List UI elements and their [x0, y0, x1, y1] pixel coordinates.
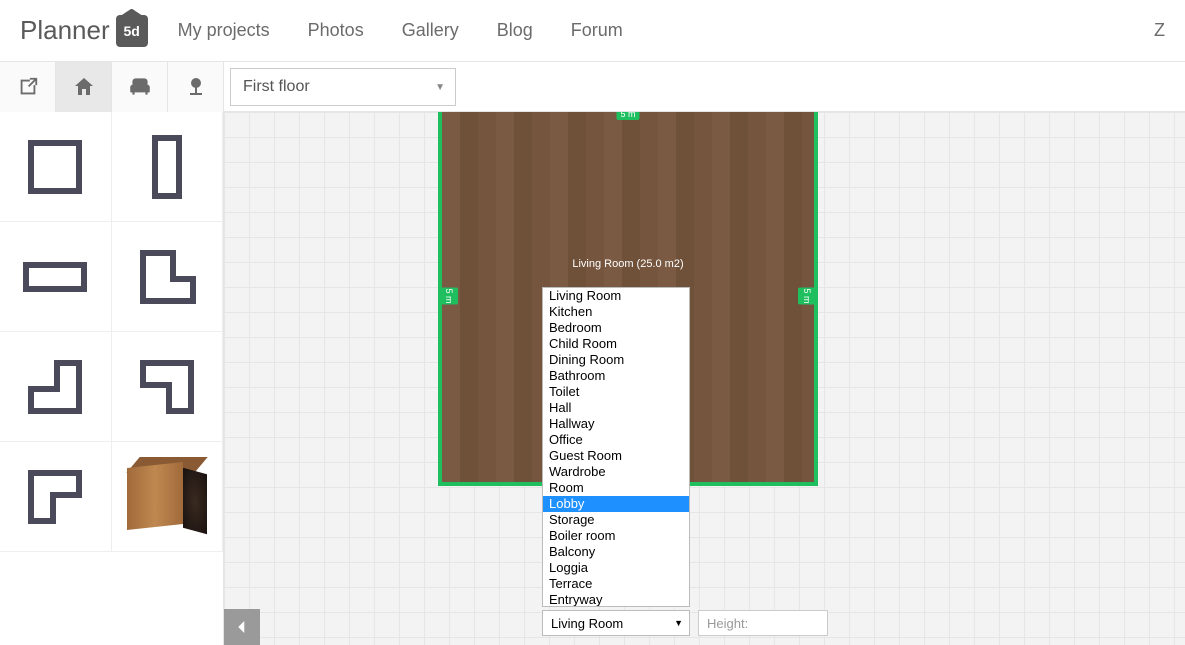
shape-tall-rect[interactable] — [112, 112, 224, 222]
room-dim-left: 5 m — [440, 287, 458, 304]
floor-select[interactable]: First floor — [230, 68, 456, 106]
room-type-option[interactable]: Lobby — [543, 496, 689, 512]
height-input[interactable]: Height: — [698, 610, 828, 636]
room-type-option[interactable]: Terrace — [543, 576, 689, 592]
rooms-tool-button[interactable] — [56, 62, 112, 112]
room-type-option[interactable]: Toilet — [543, 384, 689, 400]
shape-l4[interactable] — [0, 442, 112, 552]
export-button[interactable] — [0, 62, 56, 112]
tool-row-left — [0, 62, 224, 111]
room-type-option[interactable]: Bedroom — [543, 320, 689, 336]
nav-photos[interactable]: Photos — [308, 20, 364, 41]
main-area: 5 m 5 m 5 m Living Room (25.0 m2) Living… — [0, 112, 1185, 645]
nav-gallery[interactable]: Gallery — [402, 20, 459, 41]
room-dim-right: 5 m — [798, 287, 816, 304]
floor-select-value: First floor — [243, 78, 310, 96]
room-dim-top: 5 m — [616, 112, 639, 120]
furniture-tool-button[interactable] — [112, 62, 168, 112]
nav-links: My projects Photos Gallery Blog Forum — [178, 20, 623, 41]
room-type-option[interactable]: Room — [543, 480, 689, 496]
room-type-option[interactable]: Living Room — [543, 288, 689, 304]
shape-l1[interactable] — [112, 222, 224, 332]
cube-icon — [127, 457, 207, 537]
room-property-bar: Living Room Height: — [542, 610, 828, 636]
room-type-option[interactable]: Child Room — [543, 336, 689, 352]
room-type-option[interactable]: Boiler room — [543, 528, 689, 544]
room-type-option[interactable]: Office — [543, 432, 689, 448]
nav-forum[interactable]: Forum — [571, 20, 623, 41]
shape-l3[interactable] — [112, 332, 224, 442]
tool-row: First floor — [0, 62, 1185, 112]
logo-badge: 5d — [116, 15, 148, 47]
room-type-option[interactable]: Dining Room — [543, 352, 689, 368]
shape-square[interactable] — [0, 112, 112, 222]
room-type-option[interactable]: Kitchen — [543, 304, 689, 320]
nav-my-projects[interactable]: My projects — [178, 20, 270, 41]
exterior-tool-button[interactable] — [168, 62, 224, 112]
height-label: Height: — [707, 616, 748, 631]
logo-text: Planner — [20, 15, 110, 46]
room-type-option[interactable]: Hall — [543, 400, 689, 416]
room-type-option[interactable]: Hallway — [543, 416, 689, 432]
room-type-select[interactable]: Living Room — [542, 610, 690, 636]
room-type-select-value: Living Room — [551, 616, 623, 631]
room-type-option[interactable]: Wardrobe — [543, 464, 689, 480]
shape-l2[interactable] — [0, 332, 112, 442]
room-type-option[interactable]: Loggia — [543, 560, 689, 576]
shape-palette — [0, 112, 224, 645]
room-type-option[interactable]: Guest Room — [543, 448, 689, 464]
room-label: Living Room (25.0 m2) — [442, 258, 814, 270]
top-nav: Planner 5d My projects Photos Gallery Bl… — [0, 0, 1185, 62]
nav-blog[interactable]: Blog — [497, 20, 533, 41]
room-type-dropdown-list[interactable]: Living RoomKitchenBedroomChild RoomDinin… — [543, 288, 689, 607]
shape-wide-rect[interactable] — [0, 222, 112, 332]
room-type-dropdown[interactable]: Living RoomKitchenBedroomChild RoomDinin… — [542, 287, 690, 607]
room-type-option[interactable]: Bathroom — [543, 368, 689, 384]
room-type-option[interactable]: Entryway — [543, 592, 689, 607]
app-logo[interactable]: Planner 5d — [20, 15, 148, 47]
canvas-back-button[interactable] — [224, 609, 260, 645]
nav-right[interactable]: Z — [1154, 20, 1165, 41]
room-type-option[interactable]: Balcony — [543, 544, 689, 560]
shape-textured-cube[interactable] — [112, 442, 224, 552]
room-type-option[interactable]: Storage — [543, 512, 689, 528]
plan-canvas[interactable]: 5 m 5 m 5 m Living Room (25.0 m2) Living… — [224, 112, 1185, 645]
